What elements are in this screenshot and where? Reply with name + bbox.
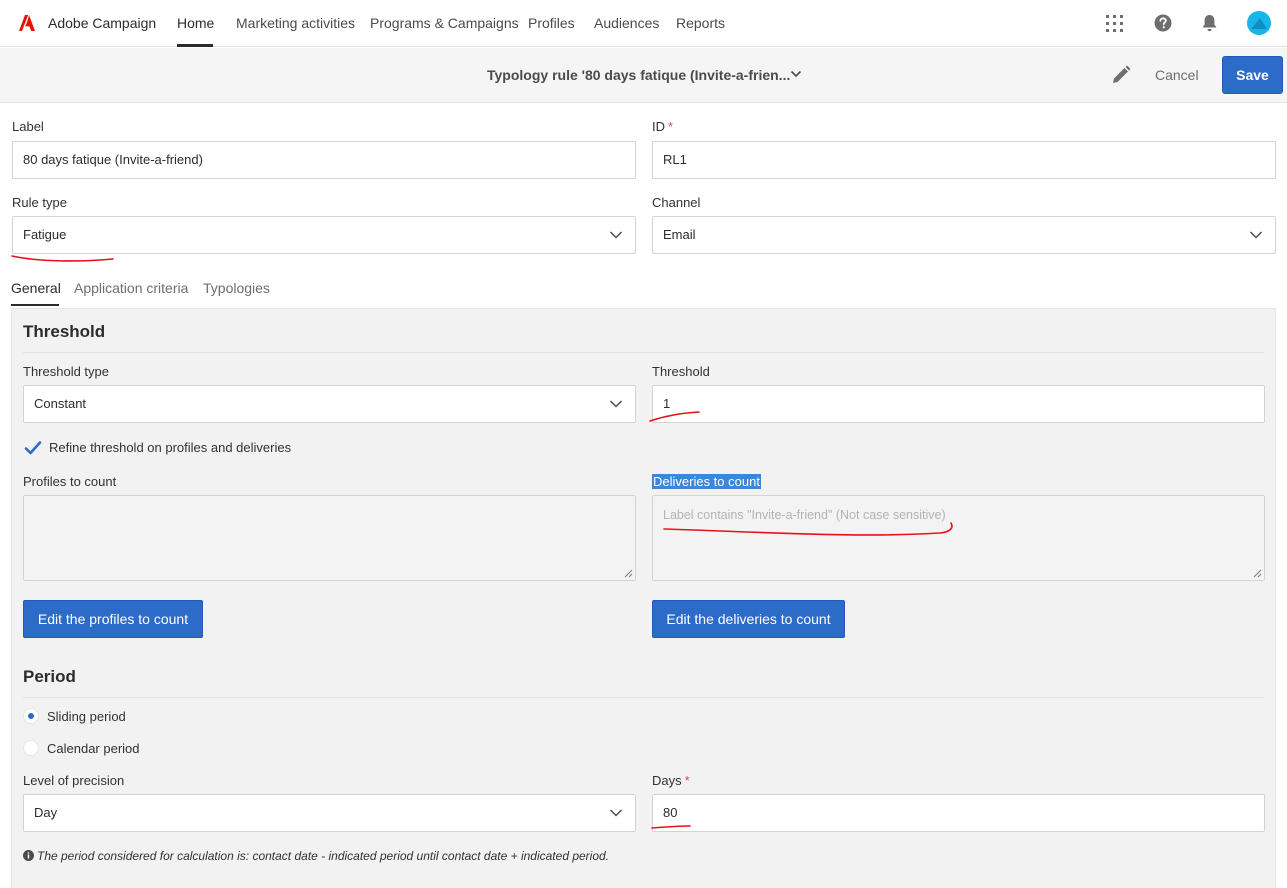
- edit-pencil-icon[interactable]: [1111, 65, 1131, 85]
- threshold-type-select[interactable]: Constant: [23, 385, 636, 423]
- top-navigation: Adobe Campaign Home Marketing activities…: [0, 0, 1287, 47]
- threshold-type-value: Constant: [34, 396, 87, 411]
- days-field-label: Days *: [652, 773, 690, 788]
- period-note: The period considered for calculation is…: [23, 849, 609, 863]
- channel-value: Email: [663, 227, 696, 242]
- label-input-value: 80 days fatique (Invite-a-friend): [23, 152, 203, 167]
- channel-select[interactable]: Email: [652, 216, 1276, 254]
- rule-type-select[interactable]: Fatigue: [12, 216, 636, 254]
- refine-threshold-label[interactable]: Refine threshold on profiles and deliver…: [49, 440, 291, 455]
- chevron-down-icon: [609, 231, 623, 239]
- cancel-button[interactable]: Cancel: [1155, 67, 1199, 83]
- section-divider: [23, 697, 1264, 698]
- adobe-logo-icon[interactable]: [18, 14, 36, 32]
- info-icon: [23, 850, 34, 861]
- threshold-input[interactable]: 1: [652, 385, 1265, 423]
- channel-label: Channel: [652, 195, 701, 210]
- calendar-period-radio[interactable]: [23, 740, 39, 756]
- active-tab-indicator: [11, 304, 59, 306]
- threshold-value: 1: [663, 396, 671, 411]
- chevron-down-icon: [609, 809, 623, 817]
- apps-grid-icon[interactable]: [1106, 15, 1123, 32]
- label-input[interactable]: 80 days fatique (Invite-a-friend): [12, 141, 636, 179]
- precision-value: Day: [34, 805, 58, 820]
- deliveries-to-count-text: Deliveries to count: [652, 474, 761, 489]
- precision-label: Level of precision: [23, 773, 125, 788]
- precision-select[interactable]: Day: [23, 794, 636, 832]
- deliveries-to-count-textarea[interactable]: Label contains "Invite-a-friend" (Not ca…: [652, 495, 1265, 581]
- id-input-value: RL1: [663, 152, 687, 167]
- days-value: 80: [663, 805, 678, 820]
- notifications-bell-icon[interactable]: [1201, 14, 1218, 32]
- help-icon[interactable]: [1154, 14, 1172, 32]
- chevron-down-icon: [609, 400, 623, 408]
- nav-item-profiles[interactable]: Profiles: [528, 15, 575, 31]
- tab-application-criteria[interactable]: Application criteria: [74, 280, 188, 296]
- label-field-label: Label: [12, 119, 44, 134]
- section-divider: [23, 352, 1264, 353]
- threshold-label: Threshold: [652, 364, 710, 379]
- profiles-to-count-label: Profiles to count: [23, 474, 117, 489]
- tab-general[interactable]: General: [11, 280, 61, 296]
- nav-item-programs-campaigns[interactable]: Programs & Campaigns: [370, 15, 519, 31]
- active-nav-indicator: [177, 44, 213, 47]
- edit-profiles-button[interactable]: Edit the profiles to count: [23, 600, 203, 638]
- days-label-text: Days: [652, 773, 682, 788]
- user-avatar[interactable]: [1247, 11, 1271, 35]
- period-note-text: The period considered for calculation is…: [37, 849, 610, 863]
- edit-deliveries-button[interactable]: Edit the deliveries to count: [652, 600, 845, 638]
- period-section-title: Period: [23, 667, 76, 686]
- save-button[interactable]: Save: [1222, 56, 1283, 94]
- id-label-text: ID: [652, 119, 665, 134]
- page-title[interactable]: Typology rule '80 days fatique (Invite-a…: [487, 67, 790, 83]
- nav-item-home[interactable]: Home: [177, 15, 214, 31]
- annotation-underline-rule-type: [11, 255, 114, 262]
- nav-item-reports[interactable]: Reports: [676, 15, 725, 31]
- nav-item-marketing-activities[interactable]: Marketing activities: [236, 15, 355, 31]
- threshold-section-title: Threshold: [23, 322, 106, 341]
- deliveries-to-count-label: Deliveries to count: [652, 474, 761, 489]
- rule-type-value: Fatigue: [23, 227, 67, 242]
- resize-grip-icon[interactable]: [624, 569, 633, 578]
- sliding-period-label[interactable]: Sliding period: [47, 709, 126, 724]
- resize-grip-icon[interactable]: [1253, 569, 1262, 578]
- chevron-down-icon: [1249, 231, 1263, 239]
- id-field-label: ID *: [652, 119, 673, 134]
- checkmark-icon[interactable]: [24, 440, 42, 456]
- rule-type-label: Rule type: [12, 195, 67, 210]
- app-name[interactable]: Adobe Campaign: [48, 15, 156, 31]
- required-marker: *: [668, 119, 674, 134]
- tab-typologies[interactable]: Typologies: [203, 280, 270, 296]
- nav-item-audiences[interactable]: Audiences: [594, 15, 659, 31]
- deliveries-filter-text: Label contains "Invite-a-friend" (Not ca…: [663, 508, 946, 522]
- required-marker: *: [684, 773, 690, 788]
- editor-header: Typology rule '80 days fatique (Invite-a…: [0, 48, 1287, 103]
- calendar-period-label[interactable]: Calendar period: [47, 741, 140, 756]
- avatar-graphic-icon: [1251, 18, 1267, 29]
- chevron-down-icon[interactable]: [790, 68, 802, 80]
- id-input[interactable]: RL1: [652, 141, 1276, 179]
- days-input[interactable]: 80: [652, 794, 1265, 832]
- threshold-type-label: Threshold type: [23, 364, 109, 379]
- sliding-period-radio[interactable]: [23, 708, 39, 724]
- profiles-to-count-textarea[interactable]: [23, 495, 636, 581]
